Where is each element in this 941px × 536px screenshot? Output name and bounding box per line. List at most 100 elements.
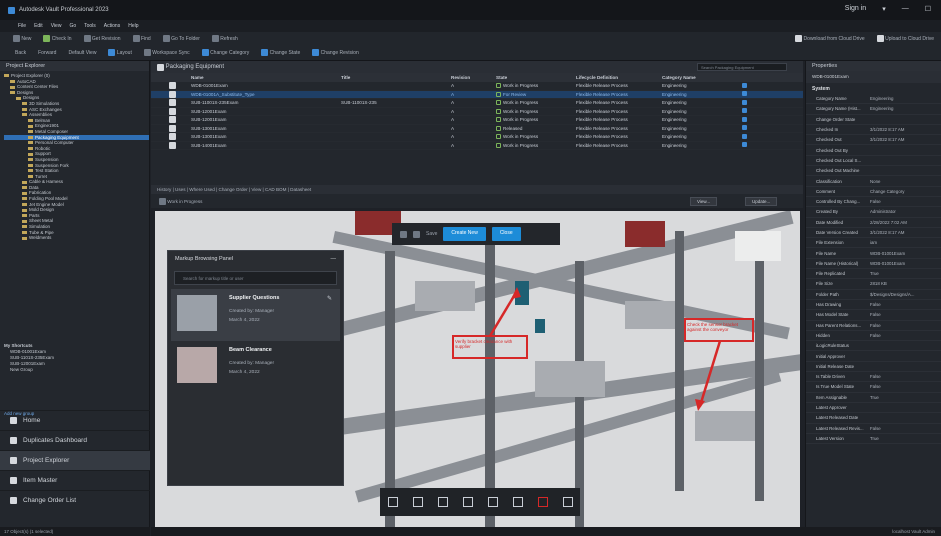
view-button[interactable]: View... <box>690 197 718 206</box>
properties-file[interactable]: WDB-01001Exam <box>806 71 941 83</box>
markup-callout-right[interactable]: Check the sensor bracket against the con… <box>687 322 751 332</box>
menu-edit[interactable]: Edit <box>34 23 43 29</box>
refresh-button[interactable]: Refresh <box>209 34 241 43</box>
properties-section[interactable]: System <box>806 83 941 94</box>
leader-tool-icon[interactable] <box>437 497 448 507</box>
col-state[interactable]: State <box>496 75 576 80</box>
property-row[interactable]: Latest Version True <box>806 434 941 445</box>
property-row[interactable]: Item Assignable True <box>806 393 941 403</box>
col-name[interactable]: Name <box>191 75 341 80</box>
property-row[interactable]: File Extension iam <box>806 238 941 249</box>
update-button[interactable]: Update... <box>745 197 778 206</box>
property-row[interactable]: Controlled By Chang... False <box>806 197 941 208</box>
property-row[interactable]: Has Drawing False <box>806 300 941 311</box>
create-new-button[interactable]: Create New <box>443 227 486 241</box>
property-row[interactable]: Checked In 3/1/2022 8:17 AM <box>806 125 941 136</box>
property-row[interactable]: Folder Path $/Designs/Designs/A... <box>806 290 941 300</box>
menu-actions[interactable]: Actions <box>104 23 120 29</box>
minimize-button[interactable]: — <box>902 5 909 13</box>
nav-project-explorer[interactable]: Project Explorer <box>0 450 150 470</box>
property-row[interactable]: Initial Approver <box>806 351 941 362</box>
tree-node[interactable]: Weldments <box>4 235 149 241</box>
menu-help[interactable]: Help <box>128 23 138 29</box>
rectangle-tool-icon[interactable] <box>462 497 473 507</box>
property-row[interactable]: Latest Released Revis... False <box>806 424 941 434</box>
property-row[interactable]: Has Parent Relations... False <box>806 321 941 331</box>
markup-search-input[interactable]: Search for markup title or user <box>174 271 337 285</box>
markup-item[interactable]: Supplier Questions Created by: Manager M… <box>171 289 340 341</box>
property-row[interactable]: Change Order State <box>806 115 941 125</box>
close-button[interactable]: Close <box>491 227 521 241</box>
property-row[interactable]: Date Modified 2/28/2022 7:02 AM <box>806 218 941 228</box>
change-revision-button[interactable]: Change Revision <box>309 48 361 57</box>
property-row[interactable]: Checked Out Local S... <box>806 156 941 167</box>
col-title[interactable]: Title <box>341 75 451 80</box>
property-row[interactable]: iLogicRuleStatus <box>806 341 941 352</box>
nav-duplicates-dashboard[interactable]: Duplicates Dashboard <box>0 430 150 450</box>
property-row[interactable]: Checked Out By <box>806 145 941 156</box>
grid-search-input[interactable]: Search Packaging Equipment <box>697 63 787 71</box>
maximize-button[interactable]: ☐ <box>925 5 931 13</box>
property-row[interactable]: Checked Out 3/1/2022 8:17 AM <box>806 135 941 146</box>
col-lifecycle[interactable]: Lifecycle Definition <box>576 75 662 80</box>
property-row[interactable]: File Size 2818 KB <box>806 279 941 290</box>
edit-icon[interactable]: ✎ <box>327 295 332 302</box>
download-cloud-button[interactable]: Download from Cloud Drive <box>792 34 868 43</box>
change-category-button[interactable]: Change Category <box>199 48 253 57</box>
shortcut-item[interactable]: New Group <box>4 367 150 373</box>
property-row[interactable]: File Replicated True <box>806 269 941 280</box>
menu-view[interactable]: View <box>51 23 62 29</box>
workspace-sync-button[interactable]: Workspace Sync <box>141 48 193 57</box>
menu-go[interactable]: Go <box>69 23 76 29</box>
layout-button[interactable]: Layout <box>105 48 134 57</box>
find-button[interactable]: Find <box>130 34 154 43</box>
nav-home[interactable]: Home <box>0 410 150 430</box>
forward-button[interactable]: Forward <box>35 49 59 57</box>
clear-tool-icon[interactable] <box>562 497 573 507</box>
property-row[interactable]: Latest Released Date <box>806 413 941 424</box>
property-row[interactable]: File Name (Historical) WDB-01001Exam <box>806 259 941 270</box>
help-dropdown-icon[interactable]: ▾ <box>882 5 886 13</box>
upload-cloud-button[interactable]: Upload to Cloud Drive <box>874 34 937 43</box>
property-row[interactable]: Initial Release Date <box>806 362 941 373</box>
nav-change-order-list[interactable]: Change Order List <box>0 490 150 510</box>
table-row[interactable]: SUB-13001Exam A Work in Progress Flexible R… <box>151 133 803 142</box>
back-button[interactable]: Back <box>12 49 29 57</box>
property-row[interactable]: File Name WDB-01001Exam <box>806 248 941 259</box>
text-tool-icon[interactable] <box>412 497 423 507</box>
menu-file[interactable]: File <box>18 23 26 29</box>
markup-item[interactable]: Beam Clearance Created by: Manager March… <box>171 341 340 393</box>
check-in-button[interactable]: Check In <box>40 34 74 43</box>
property-row[interactable]: Is True Model State False <box>806 382 941 393</box>
detail-tabs[interactable]: History | Uses | Where Used | Change Ord… <box>151 185 803 194</box>
table-row[interactable]: SUB-13001Exam A Released Flexible Release P… <box>151 124 803 133</box>
new-button[interactable]: New <box>10 34 34 43</box>
property-row[interactable]: Comment Change Category <box>806 187 941 197</box>
col-revision[interactable]: Revision <box>451 75 496 80</box>
nav-item-master[interactable]: Item Master <box>0 470 150 490</box>
collapse-icon[interactable]: — <box>331 256 337 262</box>
menu-tools[interactable]: Tools <box>84 23 96 29</box>
table-row[interactable]: WDB-01001Exam A Work in Progress Flexible R… <box>151 82 803 91</box>
property-row[interactable]: Hidden False <box>806 331 941 342</box>
table-row[interactable]: SUB-14001Exam A Work in Progress Flexible R… <box>151 141 803 150</box>
table-row[interactable]: SUB-12001Exam A Work in Progress Flexible R… <box>151 116 803 125</box>
undo-icon[interactable] <box>400 230 407 238</box>
property-row[interactable]: Created By Administrator <box>806 207 941 218</box>
property-row[interactable]: Checked Out Machine <box>806 166 941 177</box>
markup-callout-left[interactable]: Verify bracket clearance with supplier <box>455 339 525 349</box>
arrow-tool-icon[interactable] <box>512 497 523 507</box>
property-row[interactable]: Category Name Engineering <box>806 94 941 105</box>
shape-tool-icon[interactable] <box>487 497 498 507</box>
table-row[interactable]: SUB-12001Exam A Work in Progress Flexible R… <box>151 107 803 116</box>
change-state-button[interactable]: Change State <box>258 48 303 57</box>
redo-icon[interactable] <box>413 230 420 238</box>
property-row[interactable]: Has Model State False <box>806 310 941 321</box>
col-category[interactable]: Category Name <box>662 75 742 80</box>
select-tool-icon[interactable] <box>387 497 398 507</box>
property-row[interactable]: Latest Approver <box>806 403 941 414</box>
property-row[interactable]: Is Table Driven False <box>806 372 941 383</box>
get-revision-button[interactable]: Get Revision <box>81 34 124 43</box>
color-picker-icon[interactable] <box>537 497 548 507</box>
table-row[interactable]: SUB-11001S-235Exam SUB-11001S-235 A Work in… <box>151 99 803 108</box>
